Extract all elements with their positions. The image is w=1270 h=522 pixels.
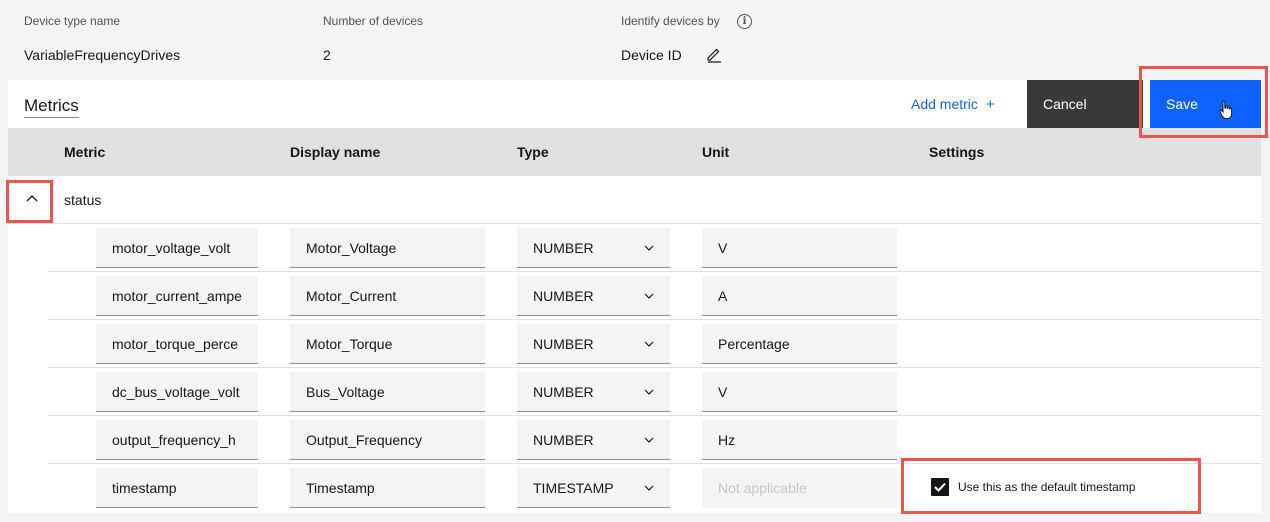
metrics-panel: Metrics Add metric + Cancel Save Metric D… [8,80,1261,513]
type-select[interactable]: NUMBER [517,372,670,412]
display-name-input[interactable]: Motor_Torque [290,324,485,364]
table-row: output_frequency_h Output_Frequency NUMB… [48,416,1261,464]
plus-icon: + [985,96,995,113]
metric-name-input[interactable]: motor_current_ampe [96,276,258,316]
group-label: status [64,192,102,208]
add-metric-label: Add metric [911,96,978,112]
device-type-label: Device type name [24,14,121,28]
metric-name-input[interactable]: motor_voltage_volt [96,228,258,268]
header-settings: Settings [929,144,985,160]
metric-name-input[interactable]: dc_bus_voltage_volt [96,372,258,412]
cancel-button[interactable]: Cancel [1027,80,1143,128]
chevron-up-icon[interactable] [16,183,48,215]
unit-input[interactable]: A [702,276,897,316]
type-select[interactable]: NUMBER [517,228,670,268]
display-name-input[interactable]: Motor_Current [290,276,485,316]
header-type: Type [517,144,549,160]
save-button[interactable]: Save [1150,80,1261,128]
unit-input[interactable]: V [702,372,897,412]
header-metric: Metric [64,144,106,160]
header-display-name: Display name [290,144,381,160]
display-name-input[interactable]: Bus_Voltage [290,372,485,412]
chevron-down-icon [644,437,654,443]
type-value: NUMBER [533,336,594,352]
add-metric-button[interactable]: Add metric + [911,96,995,113]
hand-pointer-icon [1219,100,1233,119]
num-devices-value: 2 [323,47,331,63]
metrics-title: Metrics [24,96,79,118]
table-header: Metric Display name Type Unit Settings [8,128,1261,176]
chevron-down-icon [644,485,654,491]
display-name-input[interactable]: Motor_Voltage [290,228,485,268]
unit-input[interactable]: V [702,228,897,268]
table-row: motor_current_ampe Motor_Current NUMBER … [48,272,1261,320]
device-type-value: VariableFrequencyDrives [24,47,181,63]
identify-value: Device ID [621,47,682,63]
table-row: motor_voltage_volt Motor_Voltage NUMBER … [48,224,1261,272]
table-row: motor_torque_perce Motor_Torque NUMBER P… [48,320,1261,368]
table-row: dc_bus_voltage_volt Bus_Voltage NUMBER V [48,368,1261,416]
type-select[interactable]: NUMBER [517,324,670,364]
type-select[interactable]: NUMBER [517,420,670,460]
display-name-input[interactable]: Output_Frequency [290,420,485,460]
chevron-down-icon [644,293,654,299]
metric-name-input[interactable]: output_frequency_h [96,420,258,460]
num-devices-label: Number of devices [323,14,424,28]
type-value: NUMBER [533,288,594,304]
type-value: NUMBER [533,240,594,256]
checkbox-checked-icon[interactable] [931,478,949,496]
metric-name-input[interactable]: motor_torque_perce [96,324,258,364]
chevron-down-icon [644,389,654,395]
chevron-down-icon [644,245,654,251]
type-value: NUMBER [533,432,594,448]
chevron-down-icon [644,341,654,347]
identify-label: Identify devices by [621,14,720,28]
default-timestamp-label: Use this as the default timestamp [958,480,1136,494]
group-row-status: status [8,176,1261,224]
unit-input[interactable]: Percentage [702,324,897,364]
info-icon[interactable]: i [737,14,752,29]
edit-icon[interactable] [705,45,723,63]
unit-input-disabled: Not applicable [702,468,897,508]
type-value: TIMESTAMP [533,480,614,496]
type-value: NUMBER [533,384,594,400]
display-name-input[interactable]: Timestamp [290,468,485,508]
type-select[interactable]: NUMBER [517,276,670,316]
metric-name-input[interactable]: timestamp [96,468,258,508]
metrics-toolbar: Metrics Add metric + Cancel Save [8,80,1261,128]
device-info: Device type name VariableFrequencyDrives… [0,0,1270,80]
type-select[interactable]: TIMESTAMP [517,468,670,508]
unit-input[interactable]: Hz [702,420,897,460]
header-unit: Unit [702,144,730,160]
